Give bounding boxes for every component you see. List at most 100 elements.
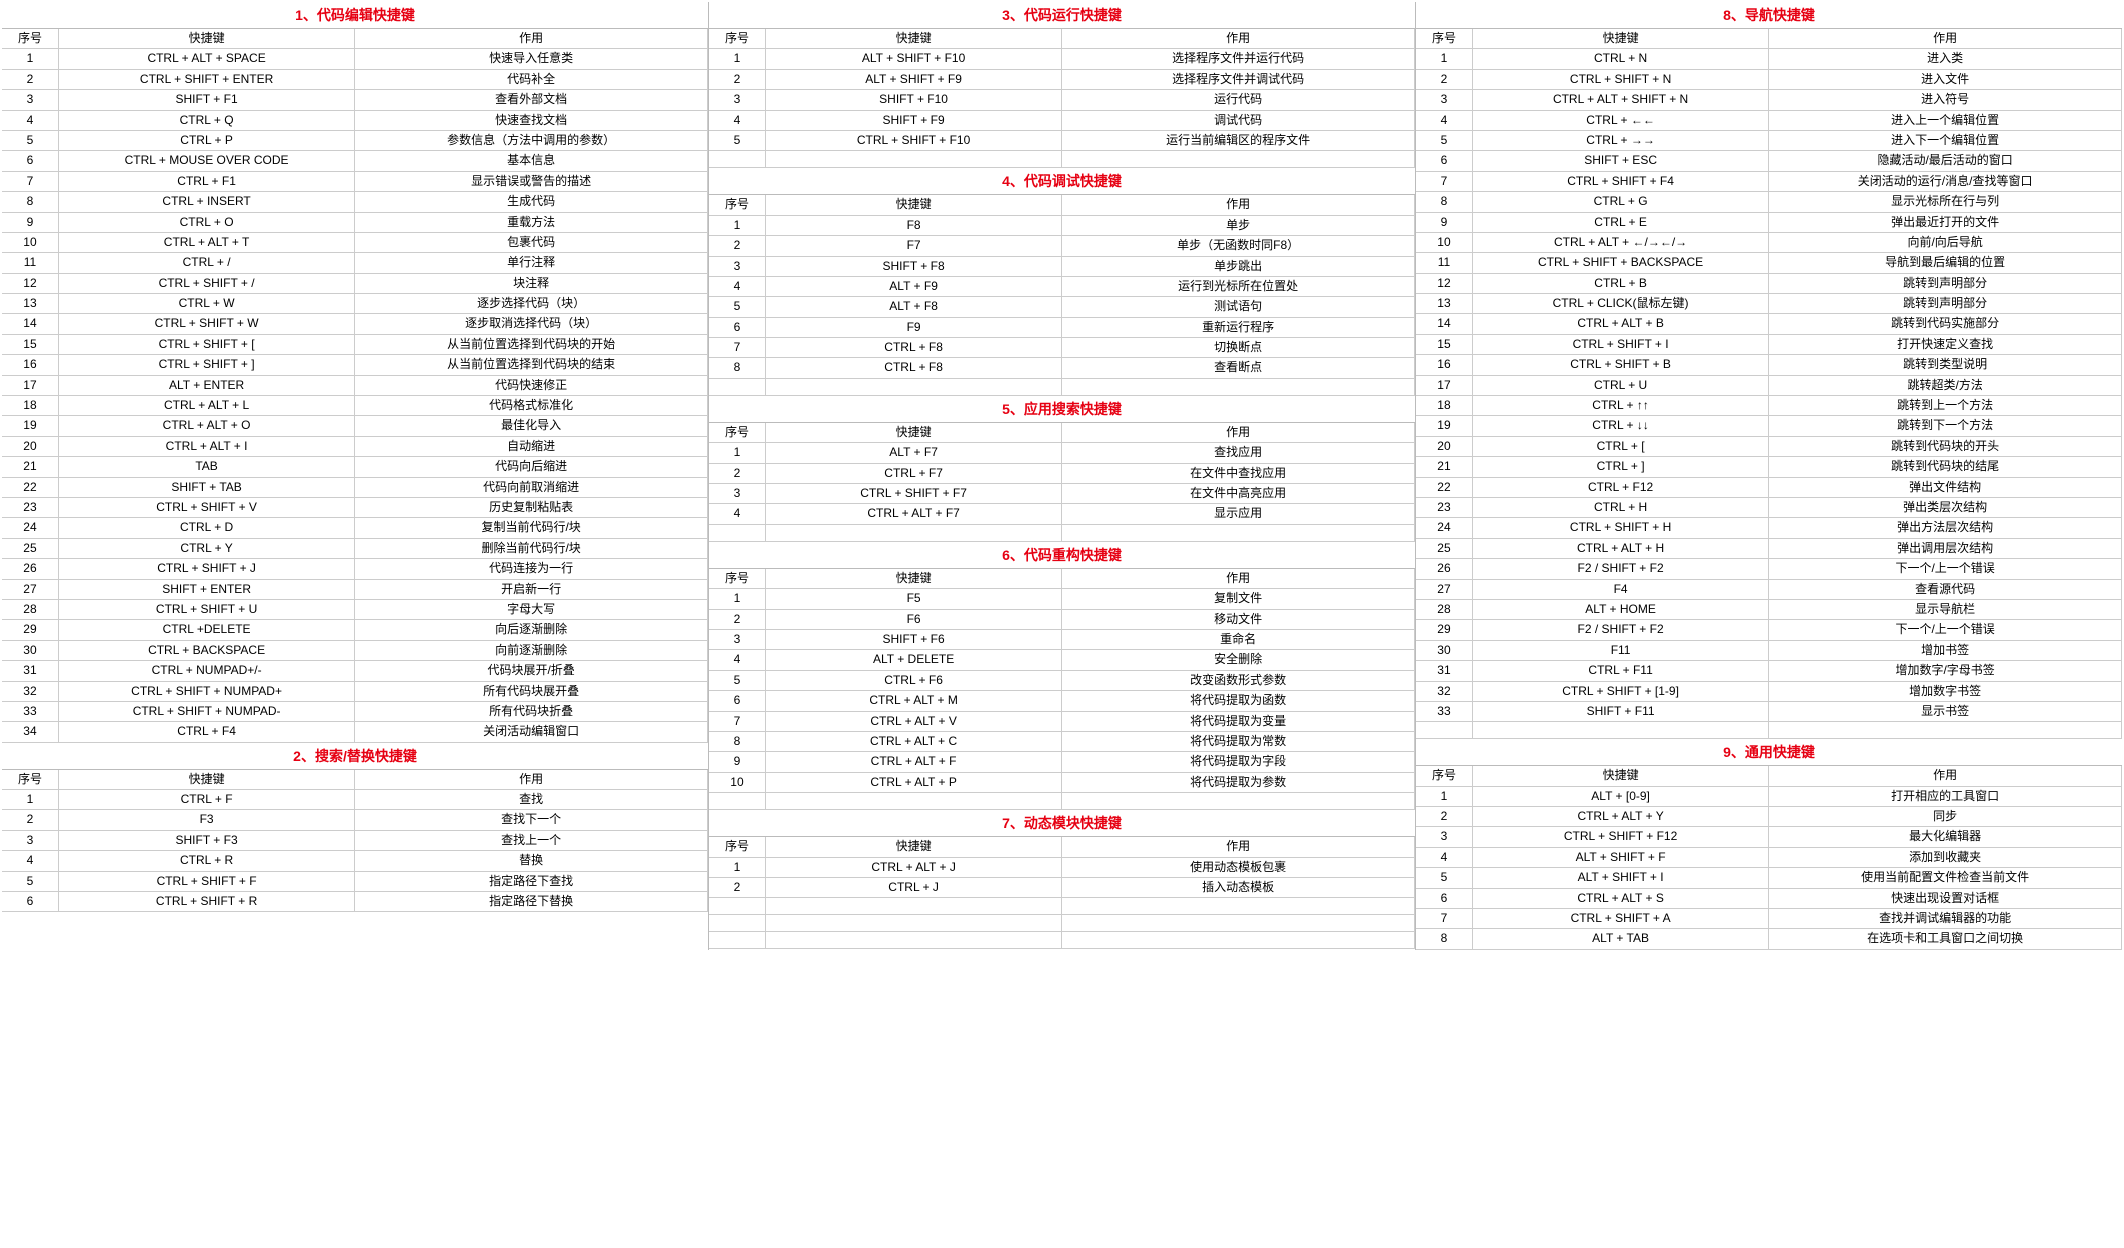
- cell-idx: 5: [2, 130, 58, 150]
- cell-key: CTRL + SHIFT + J: [58, 559, 354, 579]
- table-row: 24CTRL + D复制当前代码行/块: [2, 518, 708, 538]
- table-row: 1F5复制文件: [709, 589, 1415, 609]
- table-row: 4ALT + DELETE安全删除: [709, 650, 1415, 670]
- cell-idx: 9: [1416, 212, 1472, 232]
- cell-key: CTRL + B: [1472, 273, 1768, 293]
- cell-key: CTRL + SHIFT + F7: [765, 484, 1061, 504]
- cell-idx: 34: [2, 722, 58, 742]
- cell-idx: 3: [709, 256, 765, 276]
- cell-act: 运行当前编辑区的程序文件: [1062, 130, 1415, 150]
- table-row: 6SHIFT + ESC隐藏活动/最后活动的窗口: [1416, 151, 2122, 171]
- cell-idx: 4: [2, 851, 58, 871]
- cell-idx: 1: [2, 790, 58, 810]
- cell-idx: 28: [2, 599, 58, 619]
- cell-idx: 8: [1416, 929, 1472, 949]
- cell-act: 从当前位置选择到代码块的结束: [355, 355, 708, 375]
- section-title: 5、应用搜索快捷键: [709, 396, 1415, 423]
- section-title: 4、代码调试快捷键: [709, 168, 1415, 195]
- cell-act: 切换断点: [1062, 338, 1415, 358]
- cell-idx: 24: [2, 518, 58, 538]
- cell-key: F3: [58, 810, 354, 830]
- cell-key: CTRL + ALT + F: [765, 752, 1061, 772]
- cell-key: CTRL + ALT + T: [58, 232, 354, 252]
- spacer-row: [709, 915, 1415, 932]
- header-idx: 序号: [709, 569, 765, 589]
- cell-act: 进入下一个编辑位置: [1769, 130, 2122, 150]
- cell-idx: 2: [1416, 69, 1472, 89]
- cell-idx: 18: [1416, 396, 1472, 416]
- cell-idx: 26: [1416, 559, 1472, 579]
- cell-key: CTRL + →→: [1472, 130, 1768, 150]
- table-row: 2F3查找下一个: [2, 810, 708, 830]
- cell-act: 最大化编辑器: [1769, 827, 2122, 847]
- table-row: 4SHIFT + F9调试代码: [709, 110, 1415, 130]
- header-key: 快捷键: [765, 195, 1061, 215]
- cell-act: 在文件中高亮应用: [1062, 484, 1415, 504]
- table-row: 7CTRL + ALT + V将代码提取为变量: [709, 711, 1415, 731]
- table-row: 6CTRL + ALT + S快速出现设置对话框: [1416, 888, 2122, 908]
- table-row: 27F4查看源代码: [1416, 579, 2122, 599]
- cell-idx: 3: [709, 484, 765, 504]
- table-row: 1F8单步: [709, 215, 1415, 235]
- cell-idx: 9: [2, 212, 58, 232]
- table-row: 1CTRL + F查找: [2, 790, 708, 810]
- cell-idx: 8: [1416, 192, 1472, 212]
- cell-idx: 31: [1416, 661, 1472, 681]
- cell-idx: 13: [1416, 294, 1472, 314]
- table-row: 3CTRL + ALT + SHIFT + N进入符号: [1416, 90, 2122, 110]
- cell-key: CTRL + SHIFT + B: [1472, 355, 1768, 375]
- cell-key: CTRL + SHIFT + BACKSPACE: [1472, 253, 1768, 273]
- cell-key: ALT + SHIFT + F: [1472, 847, 1768, 867]
- cell-idx: 8: [709, 731, 765, 751]
- cell-idx: 33: [1416, 701, 1472, 721]
- cell-idx: 4: [2, 110, 58, 130]
- table-row: 1CTRL + N进入类: [1416, 49, 2122, 69]
- header-act: 作用: [355, 770, 708, 790]
- cell-idx: 4: [1416, 847, 1472, 867]
- cell-key: CTRL + ALT + F7: [765, 504, 1061, 524]
- cell-key: CTRL + ALT + Y: [1472, 807, 1768, 827]
- cell-act: 向后逐渐删除: [355, 620, 708, 640]
- table-row: 5CTRL + →→进入下一个编辑位置: [1416, 130, 2122, 150]
- shortcut-table: 序号快捷键作用1ALT + [0-9]打开相应的工具窗口2CTRL + ALT …: [1416, 766, 2122, 950]
- cell-idx: 11: [2, 253, 58, 273]
- cell-act: 在文件中查找应用: [1062, 463, 1415, 483]
- table-row: 21TAB代码向后缩进: [2, 457, 708, 477]
- header-idx: 序号: [709, 837, 765, 857]
- table-row: 1ALT + [0-9]打开相应的工具窗口: [1416, 786, 2122, 806]
- cell-act: 最佳化导入: [355, 416, 708, 436]
- column-2: 3、代码运行快捷键序号快捷键作用1ALT + SHIFT + F10选择程序文件…: [709, 2, 1416, 950]
- cell-idx: 32: [1416, 681, 1472, 701]
- cell-act: 弹出类层次结构: [1769, 497, 2122, 517]
- cell-act: 单步（无函数时同F8）: [1062, 236, 1415, 256]
- cell-act: 进入符号: [1769, 90, 2122, 110]
- cell-idx: 14: [2, 314, 58, 334]
- header-idx: 序号: [2, 29, 58, 49]
- cell-act: 逐步取消选择代码（块）: [355, 314, 708, 334]
- cell-idx: 29: [2, 620, 58, 640]
- cell-act: 代码格式标准化: [355, 396, 708, 416]
- cell-idx: 5: [2, 871, 58, 891]
- table-row: 5CTRL + F6改变函数形式参数: [709, 670, 1415, 690]
- cell-key: CTRL + ALT + ←/→←/→: [1472, 232, 1768, 252]
- table-row: 2ALT + SHIFT + F9选择程序文件并调试代码: [709, 69, 1415, 89]
- cell-idx: 1: [709, 857, 765, 877]
- header-key: 快捷键: [1472, 766, 1768, 786]
- table-row: 26CTRL + SHIFT + J代码连接为一行: [2, 559, 708, 579]
- cell-key: CTRL + ALT + J: [765, 857, 1061, 877]
- header-key: 快捷键: [765, 423, 1061, 443]
- table-row: 5ALT + SHIFT + I使用当前配置文件检查当前文件: [1416, 868, 2122, 888]
- table-row: 18CTRL + ALT + L代码格式标准化: [2, 396, 708, 416]
- table-row: 21CTRL + ]跳转到代码块的结尾: [1416, 457, 2122, 477]
- cell-idx: 14: [1416, 314, 1472, 334]
- cell-act: 生成代码: [355, 192, 708, 212]
- cell-idx: 20: [2, 436, 58, 456]
- cell-act: 进入上一个编辑位置: [1769, 110, 2122, 130]
- cell-act: 单行注释: [355, 253, 708, 273]
- cell-key: CTRL +DELETE: [58, 620, 354, 640]
- table-row: 15CTRL + SHIFT + I打开快速定义查找: [1416, 334, 2122, 354]
- header-act: 作用: [1062, 423, 1415, 443]
- table-row: 31CTRL + F11增加数字/字母书签: [1416, 661, 2122, 681]
- spacer-row: [1416, 722, 2122, 739]
- spacer-row: [709, 898, 1415, 915]
